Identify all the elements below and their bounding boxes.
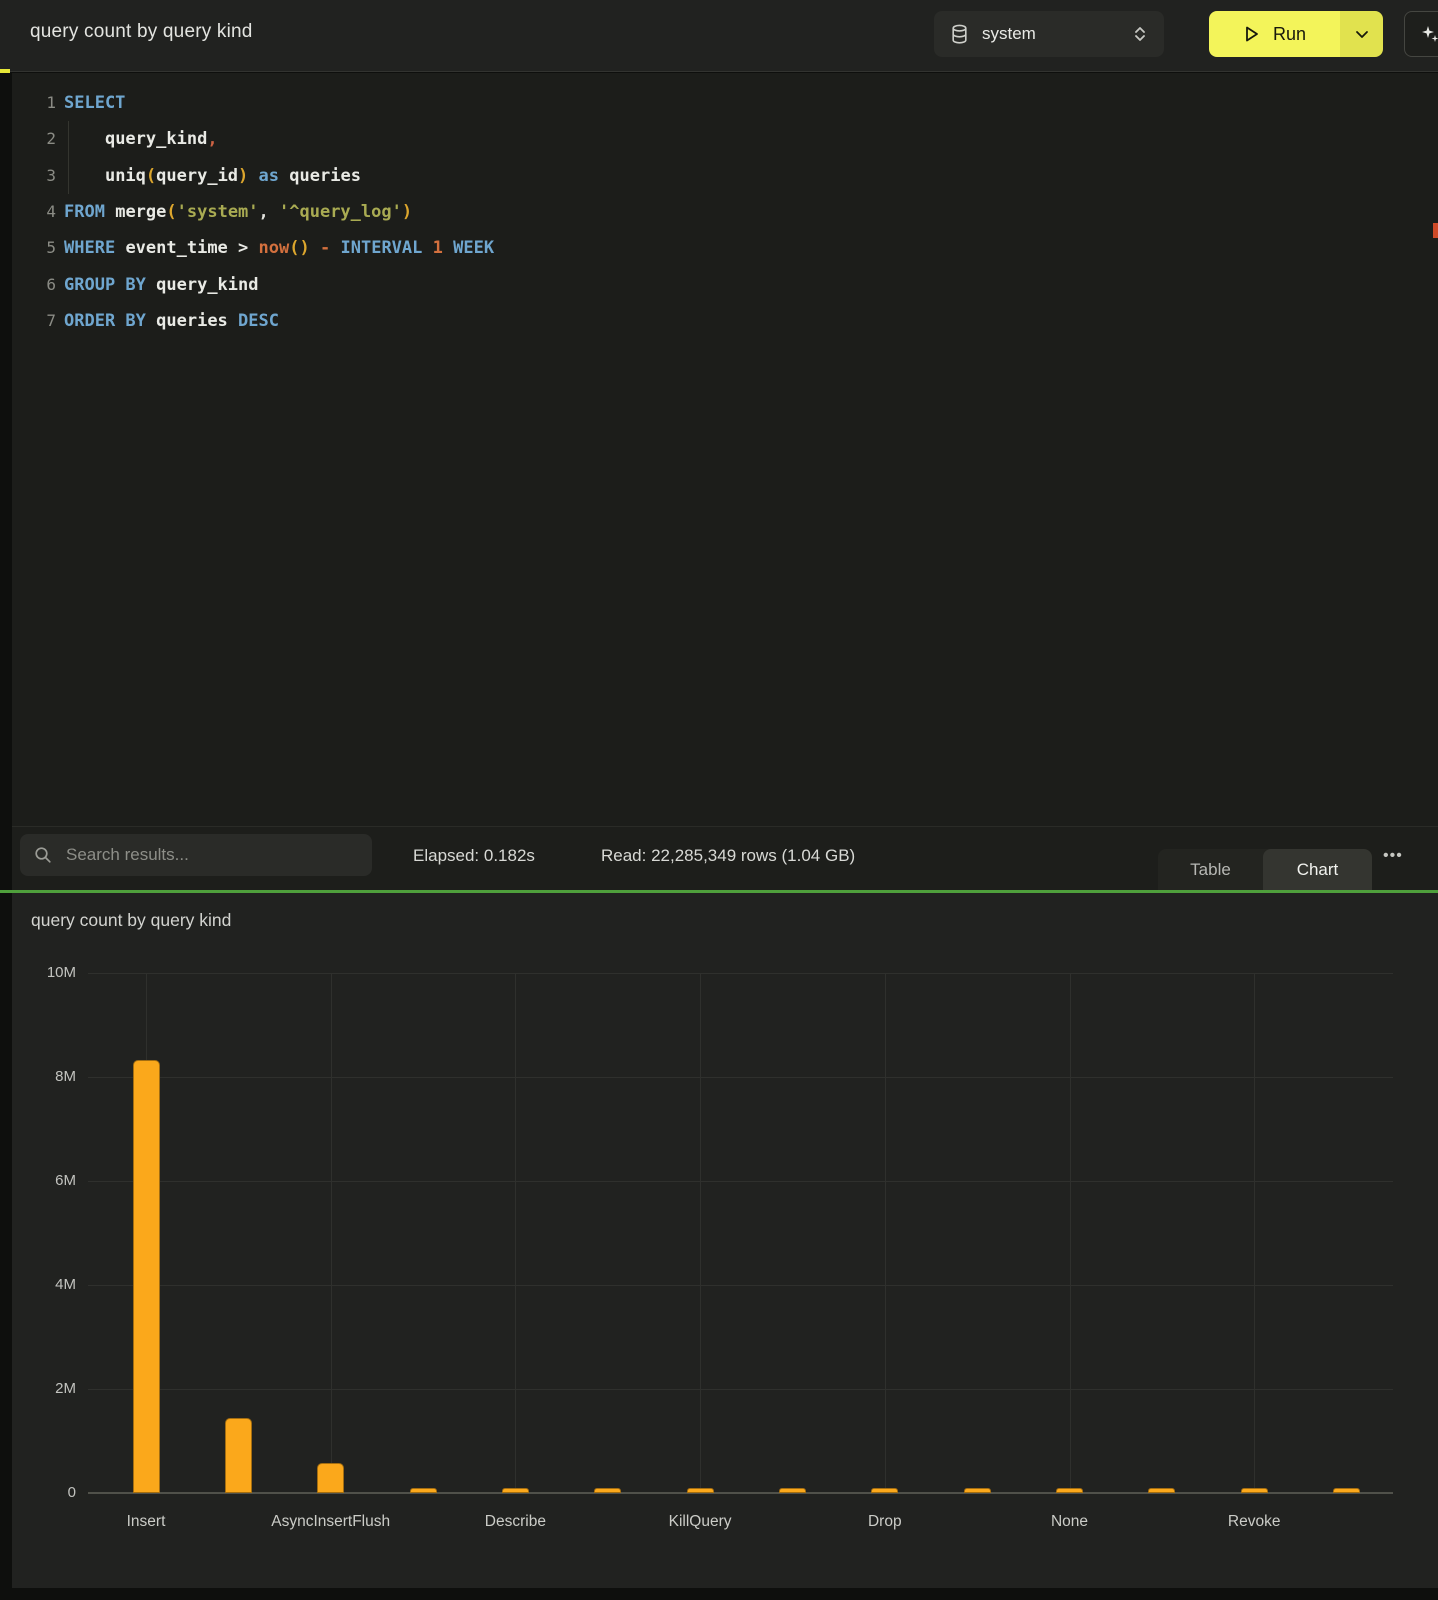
bar-Insert[interactable] [133, 1060, 160, 1493]
chevron-down-icon [1355, 30, 1369, 39]
elapsed-stat: Elapsed: 0.182s [413, 846, 535, 866]
bar-Revoke[interactable] [1241, 1488, 1268, 1493]
code-line[interactable]: query_kind, [64, 121, 494, 157]
results-divider [0, 890, 1438, 893]
line-number: 4 [12, 194, 56, 230]
y-gridline [88, 1077, 1393, 1078]
y-gridline [88, 1285, 1393, 1286]
tab-chart[interactable]: Chart [1263, 849, 1372, 891]
bar-None[interactable] [1056, 1488, 1083, 1493]
bar-unlabeled-11[interactable] [1148, 1488, 1175, 1493]
code-line[interactable]: uniq(query_id) as queries [64, 158, 494, 194]
bar-unlabeled-9[interactable] [964, 1488, 991, 1493]
results-toolbar: Elapsed: 0.182s Read: 22,285,349 rows (1… [12, 826, 1438, 890]
run-options-button[interactable] [1340, 11, 1383, 57]
y-axis-tick-label: 10M [26, 964, 76, 981]
run-button-group: Run [1209, 11, 1383, 57]
bar-unlabeled-1[interactable] [225, 1418, 252, 1493]
tab-table[interactable]: Table [1158, 849, 1263, 891]
editor-gutter: 1234567 [12, 85, 56, 339]
editor-code[interactable]: SELECT query_kind, uniq(query_id) as que… [64, 85, 494, 339]
bar-chart: 02M4M6M8M10MInsertAsyncInsertFlushDescri… [88, 973, 1393, 1493]
bar-Drop[interactable] [871, 1488, 898, 1493]
y-axis-tick-label: 2M [26, 1380, 76, 1397]
code-line[interactable]: FROM merge('system', '^query_log') [64, 194, 494, 230]
x-axis-tick-label: Describe [425, 1513, 605, 1531]
play-icon [1243, 25, 1260, 43]
x-gridline [1254, 973, 1255, 1493]
x-axis-tick-label: None [980, 1513, 1160, 1531]
x-gridline [1070, 973, 1071, 1493]
x-gridline [885, 973, 886, 1493]
database-selector-value: system [982, 24, 1119, 44]
chart-panel: query count by query kind 02M4M6M8M10MIn… [12, 893, 1438, 1588]
overview-ruler-marker [1433, 223, 1438, 238]
x-axis-tick-label: KillQuery [610, 1513, 790, 1531]
code-line[interactable]: SELECT [64, 85, 494, 121]
run-button-label: Run [1273, 24, 1306, 45]
bar-unlabeled-7[interactable] [779, 1488, 806, 1493]
x-axis-tick-label: Drop [795, 1513, 975, 1531]
bar-unlabeled-13[interactable] [1333, 1488, 1360, 1493]
bar-KillQuery[interactable] [687, 1488, 714, 1493]
top-bar: query count by query kind system [0, 0, 1438, 72]
bar-unlabeled-3[interactable] [410, 1488, 437, 1493]
search-box [20, 834, 372, 876]
line-number: 5 [12, 230, 56, 266]
line-number: 7 [12, 303, 56, 339]
x-axis-line [88, 1492, 1393, 1494]
search-input[interactable] [64, 844, 358, 866]
bar-unlabeled-5[interactable] [594, 1488, 621, 1493]
more-options-button[interactable]: ••• [1383, 847, 1403, 865]
database-selector[interactable]: system [934, 11, 1164, 57]
x-gridline [331, 973, 332, 1493]
line-number: 1 [12, 85, 56, 121]
left-edge [0, 73, 12, 1600]
run-button[interactable]: Run [1209, 11, 1340, 57]
y-axis-tick-label: 0 [26, 1484, 76, 1501]
y-axis-tick-label: 6M [26, 1172, 76, 1189]
x-axis-tick-label: Insert [56, 1513, 236, 1531]
run-progress-marker [0, 69, 10, 73]
sql-editor[interactable]: 1234567 SELECT query_kind, uniq(query_id… [12, 73, 1438, 826]
line-number: 6 [12, 267, 56, 303]
code-line[interactable]: GROUP BY query_kind [64, 267, 494, 303]
y-gridline [88, 1181, 1393, 1182]
line-number: 3 [12, 158, 56, 194]
y-axis-tick-label: 8M [26, 1068, 76, 1085]
line-number: 2 [12, 121, 56, 157]
chevron-up-down-icon [1132, 25, 1148, 43]
y-gridline [88, 1389, 1393, 1390]
sql-console: query count by query kind system [0, 0, 1438, 1600]
x-gridline [515, 973, 516, 1493]
y-gridline [88, 973, 1393, 974]
read-stat: Read: 22,285,349 rows (1.04 GB) [601, 846, 855, 866]
bar-AsyncInsertFlush[interactable] [317, 1463, 344, 1493]
chart-title: query count by query kind [31, 910, 231, 931]
y-axis-tick-label: 4M [26, 1276, 76, 1293]
sparkles-icon [1419, 23, 1438, 45]
database-icon [950, 24, 969, 45]
x-axis-tick-label: AsyncInsertFlush [241, 1513, 421, 1531]
x-axis-tick-label: Revoke [1164, 1513, 1344, 1531]
bottom-edge [0, 1588, 1438, 1600]
results-view-toggle: Table Chart [1158, 849, 1372, 891]
code-line[interactable]: ORDER BY queries DESC [64, 303, 494, 339]
x-gridline [700, 973, 701, 1493]
format-query-button[interactable] [1404, 11, 1438, 57]
bar-Describe[interactable] [502, 1488, 529, 1493]
query-title: query count by query kind [30, 21, 253, 43]
code-line[interactable]: WHERE event_time > now() - INTERVAL 1 WE… [64, 230, 494, 266]
search-icon [34, 846, 52, 864]
